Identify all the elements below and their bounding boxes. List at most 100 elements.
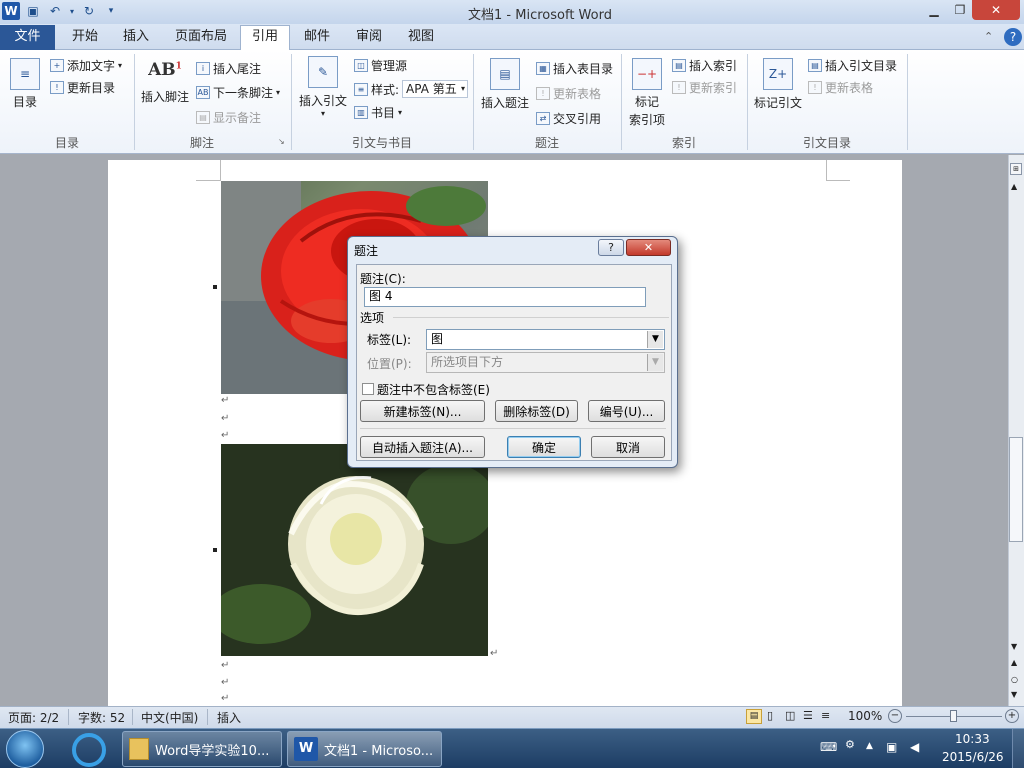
keyboard-icon[interactable]: ⌨ <box>820 740 837 754</box>
word-count[interactable]: 字数: 52 <box>78 709 125 726</box>
dialog-help-button[interactable]: ? <box>598 239 624 256</box>
minimize-ribbon-icon[interactable]: ⌃ <box>984 30 993 43</box>
insert-index-button[interactable]: ▤ 插入索引 <box>672 57 737 74</box>
web-layout-view-icon[interactable]: ◫ <box>785 709 795 722</box>
save-icon[interactable]: ▣ <box>24 2 42 20</box>
show-notes-button[interactable]: ▤ 显示备注 <box>196 109 261 126</box>
zoom-out-button[interactable]: − <box>888 709 902 723</box>
toc-button[interactable]: ≡ 目录 <box>8 58 42 110</box>
new-label-button[interactable]: 新建标签(N)... <box>360 400 485 422</box>
style-icon: ≡ <box>354 82 368 96</box>
chevron-down-icon: ▼ <box>647 331 663 348</box>
word-logo-icon[interactable]: W <box>2 2 20 20</box>
update-toc-button[interactable]: ! 更新目录 <box>50 79 115 96</box>
dialog-close-button[interactable]: ✕ <box>626 239 671 256</box>
autocaption-button[interactable]: 自动插入题注(A)... <box>360 436 485 458</box>
zoom-in-button[interactable]: + <box>1005 709 1019 723</box>
update-toa-icon: ! <box>808 81 822 94</box>
dialog-launcher-icon[interactable]: ↘ <box>278 137 285 146</box>
exclude-label-checkbox[interactable] <box>362 383 374 395</box>
tray-expand-icon[interactable]: ▲ <box>866 741 873 751</box>
next-footnote-button[interactable]: AB 下一条脚注 ▾ <box>196 84 280 101</box>
add-text-button[interactable]: + 添加文字 ▾ <box>50 57 122 74</box>
tab-mailings[interactable]: 邮件 <box>296 26 338 50</box>
tab-file[interactable]: 文件 <box>0 25 55 50</box>
update-toa-button[interactable]: ! 更新表格 <box>808 79 873 96</box>
input-method-icon[interactable]: ⚙ <box>845 738 855 751</box>
position-select[interactable]: 所选项目下方 ▼ <box>426 352 665 373</box>
image-handle[interactable] <box>213 285 217 289</box>
insert-footnote-button[interactable]: AB1 插入脚注 <box>140 60 190 105</box>
vertical-scrollbar[interactable] <box>1008 155 1024 706</box>
clock-time[interactable]: 10:33 <box>955 732 990 746</box>
previous-page-icon[interactable]: ▲ <box>1011 658 1017 667</box>
style-dropdown[interactable]: APA 第五 ▾ <box>402 80 469 98</box>
tab-view[interactable]: 视图 <box>398 26 444 50</box>
bibliography-button[interactable]: ▥ 书目 ▾ <box>354 104 402 121</box>
minimize-button[interactable]: ▁ <box>920 0 948 20</box>
mark-entry-button[interactable]: −+ 标记 索引项 <box>626 58 668 128</box>
tab-insert[interactable]: 插入 <box>114 26 158 50</box>
status-divider <box>132 709 133 725</box>
image-handle[interactable] <box>213 548 217 552</box>
next-page-icon[interactable]: ▼ <box>1011 690 1017 699</box>
outline-view-icon[interactable]: ☰ <box>803 709 813 722</box>
undo-dropdown-icon[interactable]: ▾ <box>68 2 76 20</box>
delete-label-button[interactable]: 删除标签(D) <box>495 400 578 422</box>
mark-citation-icon: Z+ <box>763 58 793 90</box>
zoom-slider-thumb[interactable] <box>950 710 957 722</box>
update-index-button[interactable]: ! 更新索引 <box>672 79 737 96</box>
print-layout-view-icon[interactable]: ▤ <box>746 709 762 724</box>
insert-endnote-button[interactable]: i 插入尾注 <box>196 60 261 77</box>
redo-icon[interactable]: ↻ <box>80 2 98 20</box>
clock-date[interactable]: 2015/6/26 <box>942 750 1004 764</box>
tab-review[interactable]: 审阅 <box>346 26 392 50</box>
insert-table-of-figures-button[interactable]: ▦ 插入表目录 <box>536 60 613 77</box>
language-indicator[interactable]: 中文(中国) <box>141 709 198 726</box>
show-desktop-button[interactable] <box>1012 729 1024 768</box>
ie-icon[interactable] <box>72 733 106 767</box>
help-icon[interactable]: ? <box>1004 28 1022 46</box>
undo-icon[interactable]: ↶ <box>46 2 64 20</box>
caption-input[interactable]: 图 4 <box>364 287 646 307</box>
label-select[interactable]: 图 ▼ <box>426 329 665 350</box>
zoom-level[interactable]: 100% <box>848 709 882 723</box>
chrysanthemum-image[interactable] <box>221 444 488 656</box>
style-selector[interactable]: ≡ 样式: APA 第五 ▾ <box>354 80 469 98</box>
volume-icon[interactable]: ◀ <box>910 740 919 754</box>
scrollbar-thumb[interactable] <box>1009 437 1023 542</box>
customize-qat-icon[interactable]: ▾ <box>102 2 120 20</box>
draft-view-icon[interactable]: ≡ <box>821 709 830 722</box>
cancel-button[interactable]: 取消 <box>591 436 665 458</box>
reading-view-icon[interactable]: ▯ <box>767 709 773 722</box>
ruler-toggle-icon[interactable]: ⊞ <box>1010 163 1022 175</box>
caption-dialog: 题注 ? ✕ 题注(C): 图 4 选项 标签(L): 图 ▼ 位置(P): 所… <box>347 236 678 468</box>
update-table-button[interactable]: ! 更新表格 <box>536 85 601 102</box>
cross-reference-button[interactable]: ⇄ 交叉引用 <box>536 110 601 127</box>
taskbar-button-word-lab[interactable]: Word导学实验10... <box>122 731 282 767</box>
tab-page-layout[interactable]: 页面布局 <box>166 26 236 50</box>
insert-caption-button[interactable]: ▤ 插入题注 <box>480 58 530 111</box>
numbering-button[interactable]: 编号(U)... <box>588 400 665 422</box>
close-window-button[interactable]: ✕ <box>972 0 1020 20</box>
insert-citation-button[interactable]: ✎ 插入引文 ▾ <box>296 56 350 118</box>
insert-toa-button[interactable]: ▤ 插入引文目录 <box>808 57 897 74</box>
scroll-up-arrow[interactable]: ▲ <box>1011 182 1017 191</box>
tab-home[interactable]: 开始 <box>62 26 108 50</box>
paragraph-mark: ↵ <box>221 693 230 704</box>
tab-references[interactable]: 引用 <box>240 25 290 51</box>
taskbar-button-document1[interactable]: W 文档1 - Microso... <box>287 731 442 767</box>
dialog-title: 题注 <box>354 244 379 258</box>
mark-citation-button[interactable]: Z+ 标记引文 <box>752 58 804 111</box>
start-orb-icon[interactable] <box>6 730 44 768</box>
page-count[interactable]: 页面: 2/2 <box>8 709 59 726</box>
restore-button[interactable]: ❐ <box>948 0 972 20</box>
scroll-down-arrow[interactable]: ▼ <box>1011 642 1017 651</box>
update-table-icon: ! <box>536 87 550 100</box>
browse-object-icon[interactable]: ○ <box>1011 675 1018 684</box>
network-icon[interactable]: ▣ <box>886 740 897 754</box>
manage-sources-button[interactable]: ◫ 管理源 <box>354 57 407 74</box>
insert-mode-indicator[interactable]: 插入 <box>217 709 241 726</box>
ok-button[interactable]: 确定 <box>507 436 581 458</box>
manage-sources-icon: ◫ <box>354 59 368 72</box>
